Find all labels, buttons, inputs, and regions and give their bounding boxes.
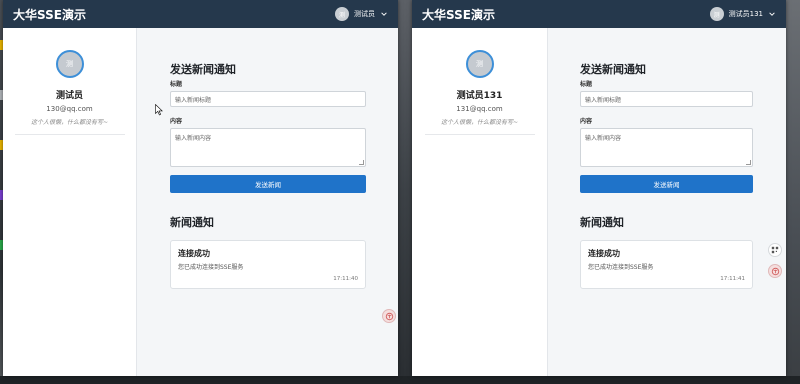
user-menu-name: 测试员131	[728, 10, 763, 18]
main-content: 发送新闻通知 标题 输入新闻标题 内容 输入新闻内容 发送新闻 新闻通知 连接成…	[548, 28, 786, 376]
news-message: 您已成功连接到SSE服务	[178, 264, 244, 271]
profile-avatar: 测	[55, 50, 84, 78]
profile-signature: 这个人很懒，什么都没有写~	[440, 119, 519, 126]
title-input[interactable]: 输入新闻标题	[170, 91, 366, 107]
profile-signature: 这个人很懒，什么都没有写~	[30, 119, 109, 126]
profile-sidebar: 测 测试员 130@qq.com 这个人很懒，什么都没有写~	[3, 28, 137, 376]
brand-title: 大华SSE演示	[13, 7, 86, 22]
translate-icon	[385, 312, 393, 320]
desktop-wallpaper	[398, 0, 412, 384]
news-title: 连接成功	[588, 249, 620, 258]
content-textarea[interactable]: 输入新闻内容	[170, 128, 366, 167]
profile-name: 测试员131	[456, 91, 503, 101]
translate-icon	[771, 267, 779, 275]
send-news-button[interactable]: 发送新闻	[580, 175, 753, 193]
profile-sidebar: 测 测试员131 131@qq.com 这个人很懒，什么都没有写~	[412, 28, 548, 376]
content-textarea[interactable]: 输入新闻内容	[580, 128, 753, 167]
divider	[424, 134, 535, 135]
user-menu[interactable]: 测 测试员	[335, 7, 388, 21]
news-heading: 新闻通知	[580, 216, 624, 229]
send-news-form: 发送新闻通知 标题 输入新闻标题 内容 输入新闻内容 发送新闻 新闻通知 连接成…	[580, 61, 753, 289]
form-heading: 发送新闻通知	[580, 63, 646, 76]
content-label: 内容	[170, 118, 183, 125]
browser-window-1: 大华SSE演示 测 测试员 测 测试员 130@qq.com 这个人很懒，什么都…	[3, 0, 398, 376]
send-news-button[interactable]: 发送新闻	[170, 175, 366, 193]
content-placeholder: 输入新闻内容	[585, 135, 622, 142]
mouse-cursor-icon	[155, 104, 163, 116]
news-time: 17:11:40	[333, 276, 358, 282]
main-content: 发送新闻通知 标题 输入新闻标题 内容 输入新闻内容 发送新闻 新闻通知 连接成…	[137, 28, 398, 376]
chevron-down-icon	[769, 12, 775, 16]
content-placeholder: 输入新闻内容	[175, 135, 212, 142]
title-placeholder: 输入新闻标题	[585, 96, 622, 104]
news-heading: 新闻通知	[170, 216, 214, 229]
translate-float-button[interactable]	[768, 264, 782, 278]
top-navbar: 大华SSE演示 测 测试员	[3, 0, 398, 28]
translate-float-button[interactable]	[382, 309, 396, 323]
title-label: 标题	[580, 81, 593, 88]
title-input[interactable]: 输入新闻标题	[580, 91, 753, 107]
avatar: 测	[335, 7, 349, 21]
news-title: 连接成功	[178, 249, 210, 258]
avatar: 测	[709, 7, 724, 21]
news-time: 17:11:41	[720, 276, 745, 282]
browser-window-2: 大华SSE演示 测 测试员131 测 测试员131 131@qq.com 这个人…	[412, 0, 786, 376]
desktop-wallpaper-right	[786, 0, 800, 384]
brand-title: 大华SSE演示	[422, 7, 495, 22]
profile-name: 测试员	[55, 91, 83, 101]
news-message: 您已成功连接到SSE服务	[588, 264, 654, 271]
user-menu-name: 测试员	[354, 10, 375, 18]
chevron-down-icon	[381, 12, 387, 16]
send-news-form: 发送新闻通知 标题 输入新闻标题 内容 输入新闻内容 发送新闻 新闻通知 连接成…	[170, 61, 366, 289]
news-card: 连接成功 您已成功连接到SSE服务 17:11:40	[170, 240, 366, 289]
news-card: 连接成功 您已成功连接到SSE服务 17:11:41	[580, 240, 753, 289]
title-placeholder: 输入新闻标题	[175, 96, 212, 104]
profile-avatar: 测	[465, 50, 494, 78]
qr-code-icon	[771, 246, 779, 254]
profile-email: 130@qq.com	[46, 105, 93, 113]
user-menu[interactable]: 测 测试员131	[709, 7, 776, 21]
qr-float-button[interactable]	[768, 243, 782, 257]
profile-email: 131@qq.com	[456, 105, 503, 113]
content-label: 内容	[580, 118, 593, 125]
divider	[14, 134, 125, 135]
taskbar	[0, 376, 800, 384]
form-heading: 发送新闻通知	[170, 63, 236, 76]
title-label: 标题	[170, 81, 183, 88]
top-navbar: 大华SSE演示 测 测试员131	[412, 0, 786, 28]
